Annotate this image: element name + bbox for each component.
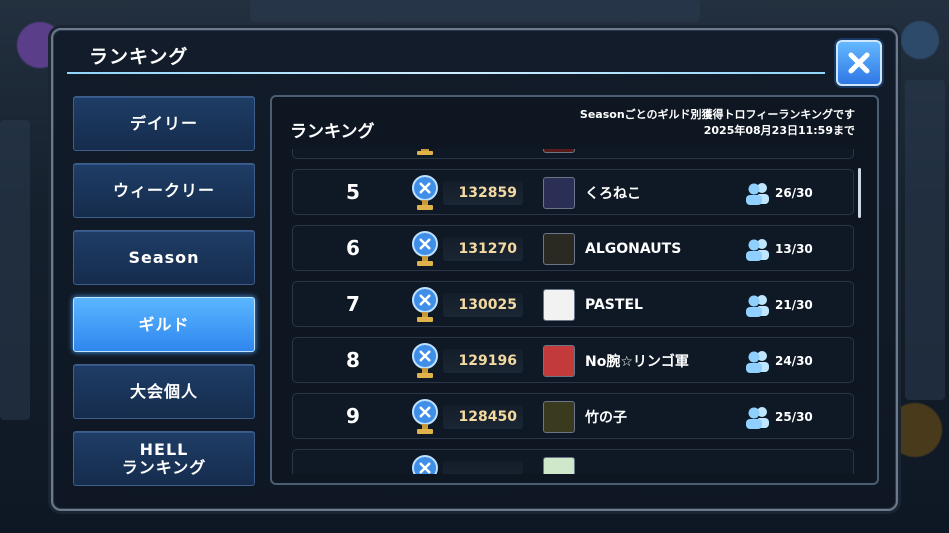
guild-name: くろねこ xyxy=(585,186,641,202)
guild-emblem xyxy=(543,401,575,433)
panel-description-line: Seasonごとのギルド別獲得トロフィーランキングです xyxy=(579,108,855,121)
trophy-score: 130025 xyxy=(458,297,517,313)
trophy-icon xyxy=(417,149,433,155)
table-row[interactable]: 8 129196 No腕☆リンゴ軍 24/30 xyxy=(292,337,854,383)
score-background xyxy=(443,461,523,474)
guild-name: ALGONAUTS xyxy=(585,241,682,257)
members-icon xyxy=(746,295,769,317)
rank-number: 5 xyxy=(346,180,360,204)
member-count: 21/30 xyxy=(775,298,813,312)
member-count: 24/30 xyxy=(775,354,813,368)
table-row[interactable]: 7 130025 PASTEL 21/30 xyxy=(292,281,854,327)
tab-daily[interactable]: デイリー xyxy=(73,96,255,151)
tab-label: ウィークリー xyxy=(112,180,215,200)
table-row[interactable]: 5 132859 くろねこ 26/30 xyxy=(292,169,854,215)
guild-name: No腕☆リンゴ軍 xyxy=(585,354,689,370)
member-count: 13/30 xyxy=(775,242,813,256)
table-row-partial[interactable] xyxy=(292,149,854,159)
panel-title: ランキング xyxy=(290,122,375,142)
guild-emblem xyxy=(543,457,575,474)
tab-weekly[interactable]: ウィークリー xyxy=(73,163,255,218)
trophy-score: 132859 xyxy=(458,185,517,201)
trophy-icon xyxy=(412,231,438,266)
guild-emblem xyxy=(543,149,575,153)
panel-description: Seasonごとのギルド別獲得トロフィーランキングです 2025年08月23日1… xyxy=(580,107,855,139)
trophy-score: 129196 xyxy=(458,353,517,369)
close-icon xyxy=(848,52,870,74)
members-icon xyxy=(746,183,769,205)
background-tile xyxy=(0,120,30,420)
trophy-icon xyxy=(412,399,438,434)
tab-label: デイリー xyxy=(129,113,198,133)
table-row[interactable]: 9 128450 竹の子 25/30 xyxy=(292,393,854,439)
members-icon xyxy=(746,239,769,261)
trophy-icon xyxy=(412,287,438,322)
title-divider xyxy=(67,72,825,74)
background-tile xyxy=(250,0,700,22)
guild-emblem xyxy=(543,289,575,321)
rank-number: 9 xyxy=(346,404,360,428)
guild-name: 竹の子 xyxy=(585,410,627,426)
trophy-score: 131270 xyxy=(458,241,517,257)
dialog-title: ランキング xyxy=(89,46,189,68)
ranking-scrollbar[interactable] xyxy=(858,168,861,218)
tab-label: HELL ランキング xyxy=(121,439,207,477)
member-count: 26/30 xyxy=(775,186,813,200)
trophy-icon xyxy=(412,343,438,378)
ranking-panel: ランキング Seasonごとのギルド別獲得トロフィーランキングです 2025年0… xyxy=(270,95,879,485)
guild-emblem xyxy=(543,345,575,377)
rank-number: 8 xyxy=(346,348,360,372)
tab-hell-ranking[interactable]: HELL ランキング xyxy=(73,431,255,486)
close-button[interactable] xyxy=(836,40,882,86)
rank-number: 7 xyxy=(346,292,360,316)
table-row[interactable]: 6 131270 ALGONAUTS 13/30 xyxy=(292,225,854,271)
ranking-list[interactable]: 5 132859 くろねこ 26/30 6 131270 ALGONAUTS 1… xyxy=(292,149,856,474)
rank-number: 6 xyxy=(346,236,360,260)
table-row-partial[interactable] xyxy=(292,449,854,474)
trophy-score: 128450 xyxy=(458,409,517,425)
tab-label: Season xyxy=(128,247,200,267)
guild-emblem xyxy=(543,177,575,209)
background-tile xyxy=(905,80,945,400)
trophy-icon xyxy=(412,175,438,210)
guild-name: PASTEL xyxy=(585,297,643,313)
trophy-icon xyxy=(412,455,438,474)
member-count: 25/30 xyxy=(775,410,813,424)
tab-label: ギルド xyxy=(138,314,190,334)
tab-guild[interactable]: ギルド xyxy=(73,297,255,352)
panel-description-date: 2025年08月23日11:59まで xyxy=(703,124,855,137)
guild-emblem xyxy=(543,233,575,265)
tab-label: 大会個人 xyxy=(129,381,198,401)
members-icon xyxy=(746,407,769,429)
members-icon xyxy=(746,351,769,373)
tab-tournament-individual[interactable]: 大会個人 xyxy=(73,364,255,419)
tab-season[interactable]: Season xyxy=(73,230,255,285)
